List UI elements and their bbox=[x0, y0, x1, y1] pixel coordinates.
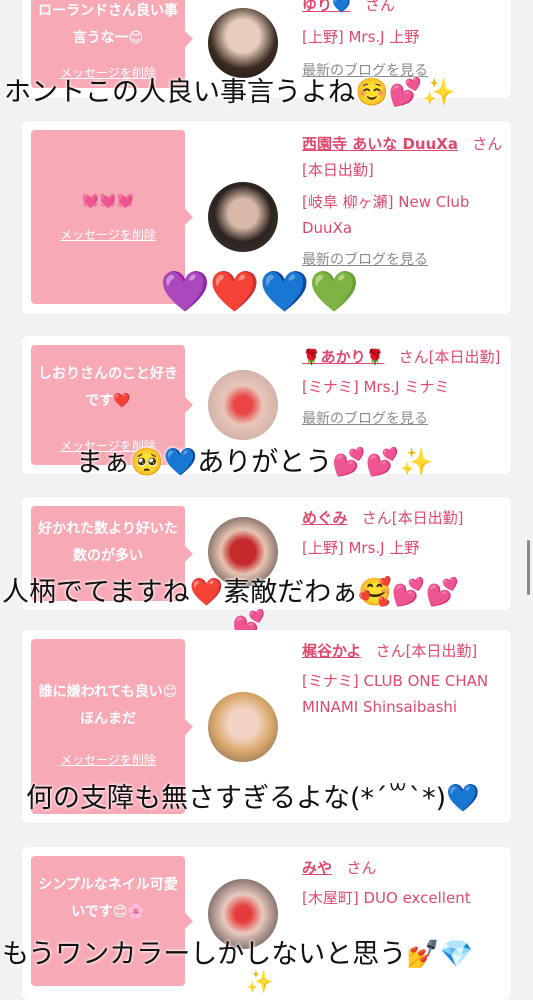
user-suffix: さん[本日出勤] bbox=[398, 348, 501, 366]
user-name-link[interactable]: 西園寺 あいな DuuXa bbox=[302, 135, 458, 153]
avatar[interactable] bbox=[208, 182, 278, 252]
user-name-link[interactable]: めぐみ bbox=[302, 509, 347, 527]
message-text: ローランドさん良い事言うな一😊 bbox=[38, 3, 178, 46]
user-info: 🌹あかり🌹 さん[本日出勤] [ミナミ] Mrs.J ミナミ 最新のブログを見る bbox=[302, 344, 507, 432]
blog-link[interactable]: 最新のブログを見る bbox=[302, 406, 507, 432]
message-text: 誰に嫌われても良い😊ほんまだ bbox=[38, 684, 178, 727]
delete-message-link[interactable]: メッセージを削除 bbox=[31, 226, 185, 243]
avatar[interactable] bbox=[208, 370, 278, 440]
shop-text: [上野] Mrs.J 上野 bbox=[302, 539, 420, 557]
overlay-caption: 何の支障も無さすぎるよな(*´꒳`*)💙 bbox=[26, 783, 480, 814]
message-text: シンプルなネイル可愛いです😊🌸 bbox=[38, 877, 178, 920]
shop-text: [上野] Mrs.J 上野 bbox=[302, 28, 420, 46]
user-info: めぐみ さん[本日出勤] [上野] Mrs.J 上野 bbox=[302, 505, 507, 561]
shop-text: [木屋町] DUO excellent bbox=[302, 889, 471, 907]
message-text: 好かれた数より好いた数のが多い bbox=[38, 521, 178, 564]
user-suffix: さん bbox=[346, 859, 377, 877]
user-name-link[interactable]: みや bbox=[302, 859, 332, 877]
user-suffix: さん bbox=[365, 0, 396, 14]
user-name-link[interactable]: 🌹あかり🌹 bbox=[302, 348, 384, 366]
shop-text: [ミナミ] Mrs.J ミナミ bbox=[302, 378, 450, 396]
overlay-caption: もうワンカラーしかしないと思う💅💎 bbox=[2, 939, 474, 970]
user-name-link[interactable]: ゆり💙 bbox=[302, 0, 351, 14]
scrollbar[interactable] bbox=[527, 540, 530, 595]
avatar[interactable] bbox=[208, 8, 278, 78]
message-text: 💓💓💓 bbox=[81, 193, 135, 209]
shop-text: [ミナミ] CLUB ONE CHAN MINAMI Shinsaibashi bbox=[302, 672, 489, 716]
overlay-hearts: 💜❤️💙💚 bbox=[160, 269, 360, 315]
overlay-caption: ホントこの人良い事言うよね☺️💕✨ bbox=[4, 77, 456, 108]
user-suffix: さん[本日出勤] bbox=[361, 509, 464, 527]
user-name-link[interactable]: 梶谷かよ bbox=[302, 642, 361, 660]
message-text: しおりさんのこと好きです❤️ bbox=[38, 366, 178, 409]
shop-text: [岐阜 柳ヶ瀬] New Club DuuXa bbox=[302, 193, 470, 237]
user-info: 梶谷かよ さん[本日出勤] [ミナミ] CLUB ONE CHAN MINAMI… bbox=[302, 638, 507, 720]
overlay-caption: まぁ🥺💙ありがとう💕💕✨ bbox=[76, 447, 434, 478]
overlay-caption: 人柄でてますね❤️素敵だわぁ🥰💕💕 bbox=[2, 577, 460, 608]
avatar[interactable] bbox=[208, 692, 278, 762]
overlay-caption: ✨ bbox=[246, 970, 274, 995]
user-info: みや さん [木屋町] DUO excellent bbox=[302, 855, 507, 911]
delete-message-link[interactable]: メッセージを削除 bbox=[31, 751, 185, 768]
user-suffix: さん[本日出勤] bbox=[375, 642, 478, 660]
user-info: 西園寺 あいな DuuXa さん[本日出勤] [岐阜 柳ヶ瀬] New Club… bbox=[302, 131, 507, 273]
